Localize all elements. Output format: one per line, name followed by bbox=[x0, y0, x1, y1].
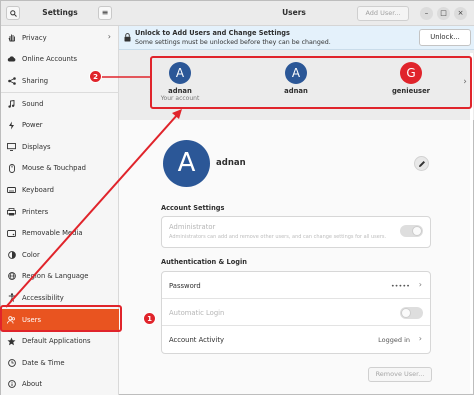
minimize-button[interactable]: – bbox=[420, 7, 433, 20]
sidebar-item-sound[interactable]: Sound bbox=[1, 93, 119, 115]
search-icon bbox=[10, 10, 17, 17]
automatic-login-row: Automatic Login bbox=[162, 299, 430, 326]
unlock-button[interactable]: Unlock... bbox=[419, 29, 471, 46]
sidebar-header: Settings ≡ bbox=[1, 1, 119, 26]
account-activity-label: Account Activity bbox=[169, 336, 225, 344]
users-highlight-box bbox=[0, 305, 122, 332]
printer-icon bbox=[7, 207, 16, 216]
info-icon bbox=[7, 380, 16, 389]
administrator-label: Administrator bbox=[169, 223, 216, 231]
sidebar-item-label: Displays bbox=[22, 142, 51, 151]
sidebar-item-label: Accessibility bbox=[22, 293, 64, 302]
password-label: Password bbox=[169, 282, 201, 290]
hand-icon bbox=[7, 33, 16, 42]
carousel-highlight-box bbox=[150, 56, 472, 109]
keyboard-icon bbox=[7, 185, 16, 194]
monitor-icon bbox=[7, 142, 16, 151]
sidebar-item-label: Date & Time bbox=[22, 358, 65, 367]
cloud-icon bbox=[7, 55, 16, 64]
sidebar-item-displays[interactable]: Displays bbox=[1, 136, 119, 158]
media-icon bbox=[7, 229, 16, 238]
automatic-login-label: Automatic Login bbox=[169, 309, 225, 317]
unlock-title: Unlock to Add Users and Change Settings bbox=[135, 29, 290, 37]
sidebar-item-label: Default Applications bbox=[22, 337, 91, 346]
annotation-badge: 1 bbox=[143, 312, 156, 325]
administrator-row: Administrator Administrators can add and… bbox=[162, 217, 430, 247]
pencil-icon bbox=[419, 161, 425, 167]
sidebar-item-label: Region & Language bbox=[22, 272, 89, 281]
hamburger-icon: ≡ bbox=[101, 8, 109, 17]
sidebar-item-keyboard[interactable]: Keyboard bbox=[1, 179, 119, 201]
page-title: Users bbox=[282, 8, 306, 17]
user-avatar[interactable]: A bbox=[163, 140, 210, 187]
sidebar-item-label: Removable Media bbox=[22, 229, 83, 238]
annotation-badge: 2 bbox=[89, 70, 102, 83]
sidebar: Settings ≡ Privacy › Online Accounts Sha… bbox=[1, 1, 119, 395]
account-activity-value: Logged in bbox=[378, 336, 410, 344]
search-button[interactable] bbox=[6, 6, 20, 20]
mouse-icon bbox=[7, 163, 16, 173]
administrator-toggle[interactable] bbox=[400, 225, 423, 237]
sidebar-item-label: Color bbox=[22, 250, 40, 259]
sidebar-item-label: Keyboard bbox=[22, 185, 54, 194]
sidebar-title: Settings bbox=[42, 8, 78, 17]
sidebar-item-label: Sharing bbox=[22, 76, 49, 85]
sidebar-item-region-language[interactable]: Region & Language bbox=[1, 266, 119, 288]
menu-button[interactable]: ≡ bbox=[98, 6, 112, 20]
sidebar-item-color[interactable]: Color bbox=[1, 244, 119, 266]
sidebar-item-online-accounts[interactable]: Online Accounts bbox=[1, 49, 119, 71]
minimize-icon: – bbox=[424, 9, 429, 17]
accessibility-icon bbox=[7, 293, 16, 303]
password-value: ••••• bbox=[390, 282, 410, 290]
sidebar-item-removable-media[interactable]: Removable Media bbox=[1, 222, 119, 244]
sidebar-item-privacy[interactable]: Privacy › bbox=[1, 27, 119, 49]
star-icon bbox=[7, 337, 16, 346]
globe-icon bbox=[7, 272, 16, 281]
auth-heading: Authentication & Login bbox=[161, 258, 247, 266]
sidebar-item-label: Sound bbox=[22, 99, 44, 108]
sidebar-item-default-applications[interactable]: Default Applications bbox=[1, 330, 119, 352]
chevron-right-icon: › bbox=[418, 334, 422, 343]
sidebar-item-mouse[interactable]: Mouse & Touchpad bbox=[1, 158, 119, 180]
administrator-description: Administrators can add and remove other … bbox=[169, 234, 387, 240]
sidebar-item-date-time[interactable]: Date & Time bbox=[1, 352, 119, 374]
auth-card: Password ••••• › Automatic Login Account… bbox=[161, 271, 431, 354]
account-settings-heading: Account Settings bbox=[161, 204, 225, 212]
maximize-icon: □ bbox=[440, 9, 447, 17]
sidebar-item-label: Privacy bbox=[22, 33, 47, 42]
close-icon: × bbox=[457, 9, 464, 17]
sidebar-item-power[interactable]: Power bbox=[1, 114, 119, 136]
chevron-right-icon: › bbox=[418, 280, 422, 289]
power-icon bbox=[7, 121, 16, 130]
sidebar-item-label: Online Accounts bbox=[22, 55, 78, 64]
color-icon bbox=[7, 250, 16, 259]
clock-icon bbox=[7, 358, 16, 367]
lock-icon bbox=[124, 33, 131, 42]
remove-user-button[interactable]: Remove User... bbox=[368, 367, 432, 382]
chevron-right-icon: › bbox=[107, 32, 111, 41]
close-button[interactable]: × bbox=[454, 7, 467, 20]
account-settings-card: Administrator Administrators can add and… bbox=[161, 216, 431, 248]
add-user-button[interactable]: Add User... bbox=[357, 6, 409, 21]
sidebar-item-label: Mouse & Touchpad bbox=[22, 164, 86, 173]
main-header: Users Add User... – □ × bbox=[119, 1, 474, 26]
user-name: adnan bbox=[216, 158, 246, 168]
sidebar-item-label: Power bbox=[22, 121, 43, 130]
sidebar-item-label: About bbox=[22, 380, 43, 389]
unlock-subtitle: Some settings must be unlocked before th… bbox=[135, 39, 331, 46]
sidebar-item-printers[interactable]: Printers bbox=[1, 201, 119, 223]
sidebar-item-about[interactable]: About bbox=[1, 374, 119, 395]
share-icon bbox=[7, 76, 16, 85]
password-row[interactable]: Password ••••• › bbox=[162, 272, 430, 299]
sidebar-nav: Privacy › Online Accounts Sharing Sound … bbox=[1, 27, 119, 395]
account-activity-row[interactable]: Account Activity Logged in › bbox=[162, 326, 430, 353]
automatic-login-toggle[interactable] bbox=[400, 307, 423, 319]
maximize-button[interactable]: □ bbox=[437, 7, 450, 20]
unlock-infobar: Unlock to Add Users and Change Settings … bbox=[119, 26, 474, 50]
sidebar-item-label: Printers bbox=[22, 207, 49, 216]
edit-name-button[interactable] bbox=[414, 156, 429, 171]
music-note-icon bbox=[7, 99, 16, 108]
